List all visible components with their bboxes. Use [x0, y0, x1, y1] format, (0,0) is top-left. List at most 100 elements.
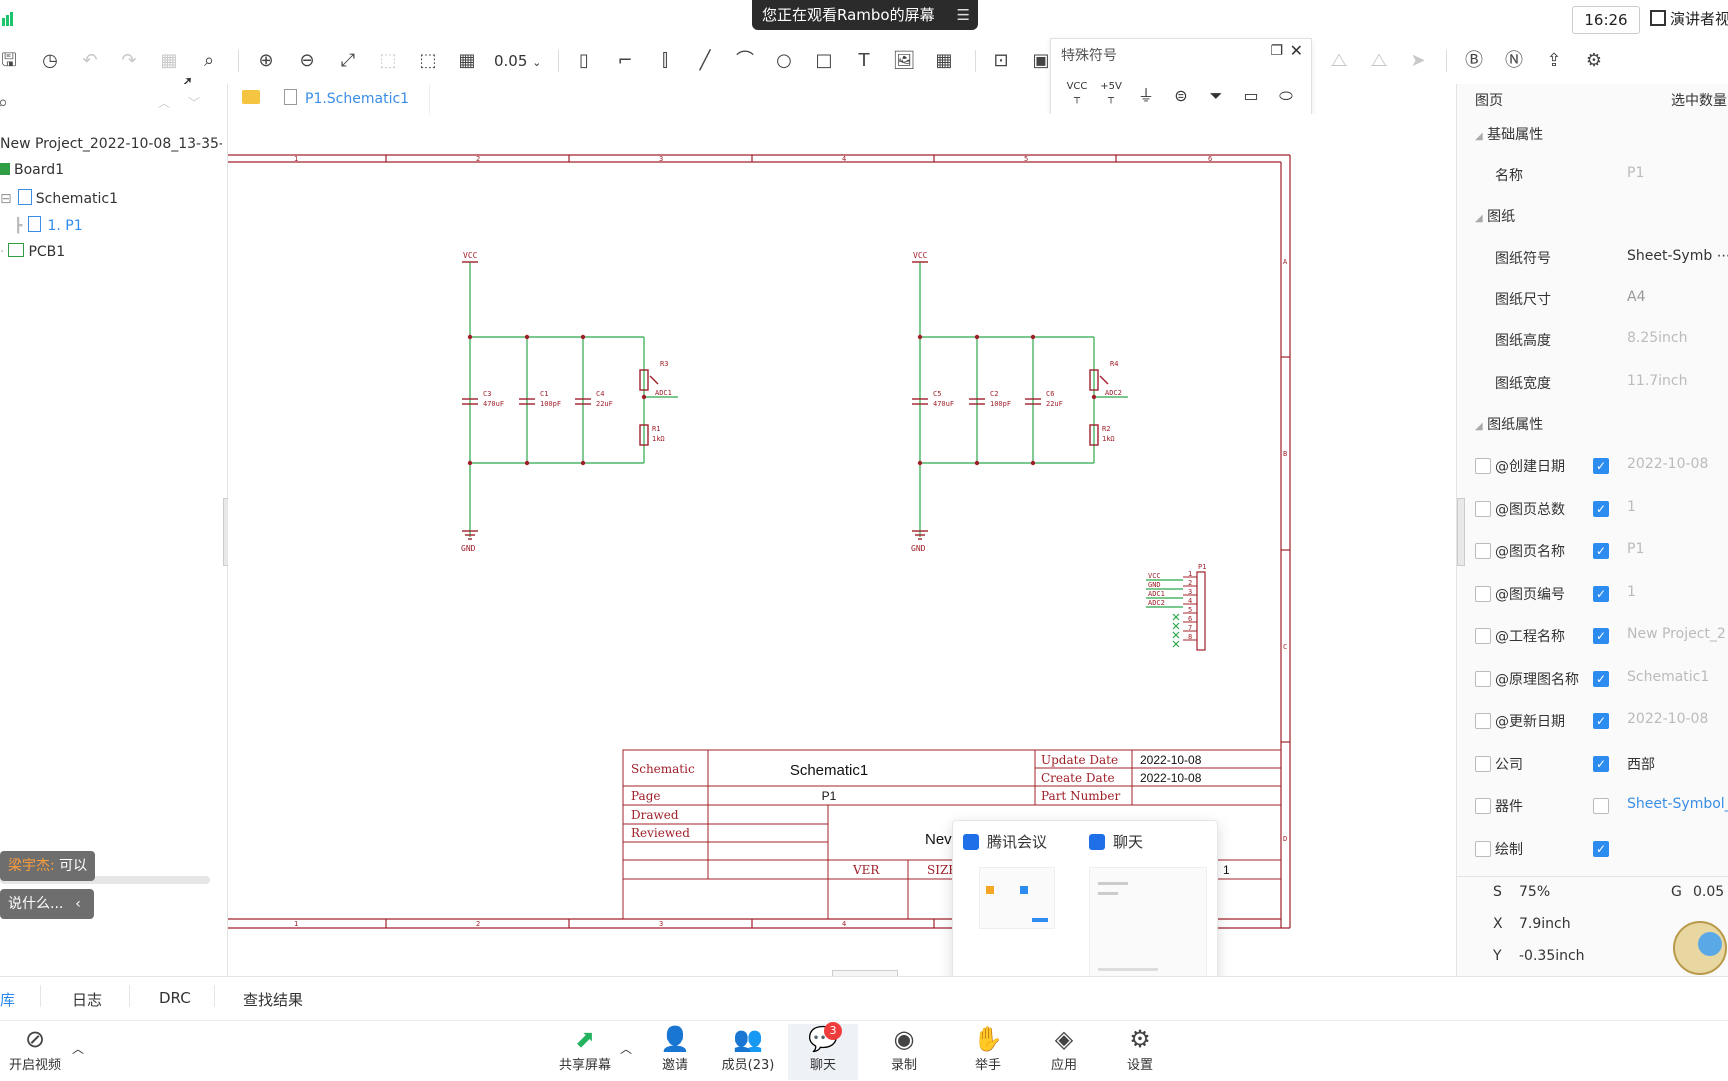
prop-show-value-checkbox[interactable]: ✓ — [1593, 755, 1609, 772]
library-icon[interactable]: ⊡ — [988, 48, 1014, 74]
grid-icon[interactable]: ▦ — [454, 48, 480, 74]
popup-app-chat[interactable]: 聊天 — [1089, 831, 1143, 852]
members-button[interactable]: 👥 成员(23) — [713, 1024, 783, 1080]
prop-visible-checkbox[interactable] — [1475, 458, 1491, 474]
tree-page[interactable]: ┣ 1. P1 — [14, 216, 83, 234]
history-icon[interactable]: ◷ — [37, 48, 63, 74]
netlist-icon[interactable]: Ⓝ — [1501, 48, 1527, 74]
prop-value-field[interactable]: New Project_2 — [1627, 626, 1726, 642]
prop-show-value-checkbox[interactable] — [1593, 798, 1609, 814]
line-icon[interactable]: ╱ — [692, 48, 718, 74]
more-icon[interactable]: ⋯ — [1717, 248, 1728, 264]
arc-icon[interactable]: ⌒ — [732, 48, 758, 74]
circle-icon[interactable]: ○ — [771, 48, 797, 74]
gear-icon[interactable]: ⚙ — [1581, 48, 1607, 74]
prop-visible-checkbox[interactable] — [1475, 670, 1491, 687]
sheet-width-field[interactable]: 11.7inch — [1627, 373, 1688, 389]
group-icon[interactable]: ▦ — [156, 48, 182, 74]
export-icon[interactable]: ⇪ — [1541, 48, 1567, 74]
prop-value-field[interactable]: 1 — [1627, 584, 1636, 600]
screen-share-banner[interactable]: 您正在观看Rambo的屏幕 ☰ — [752, 0, 978, 30]
tab-search-results[interactable]: 查找结果 — [243, 989, 303, 1010]
chevron-up-icon[interactable]: ︿ — [158, 94, 170, 111]
prop-show-value-checkbox[interactable]: ✓ — [1593, 840, 1609, 857]
prop-value-field[interactable]: 2022-10-08 — [1627, 456, 1708, 472]
popup-app-meeting[interactable]: 腾讯会议 — [963, 831, 1047, 852]
prop-value-field[interactable]: Sheet-Symbol_ — [1627, 796, 1728, 812]
start-video-button[interactable]: ⊘ 开启视频 — [0, 1024, 70, 1080]
table-icon[interactable]: ▦ — [931, 48, 957, 74]
prop-show-value-checkbox[interactable]: ✓ — [1593, 543, 1609, 559]
tab-page[interactable]: 图页 — [1475, 90, 1503, 110]
raise-hand-button[interactable]: ✋ 举手 — [953, 1024, 1023, 1080]
section-sheet-props[interactable]: ◢ 图纸属性 — [1475, 414, 1543, 434]
zoom-area-icon[interactable]: ⬚ — [375, 48, 401, 74]
prop-visible-checkbox[interactable] — [1475, 755, 1491, 772]
prop-show-value-checkbox[interactable]: ✓ — [1593, 713, 1609, 729]
expand-icon[interactable]: ⊟ — [0, 191, 12, 207]
tree-schematic[interactable]: ⊟ Schematic1 — [0, 189, 118, 207]
chat-button[interactable]: 💬 聊天 — [788, 1024, 858, 1080]
prop-show-value-checkbox[interactable]: ✓ — [1593, 500, 1609, 517]
prop-show-value-checkbox[interactable]: ✓ — [1593, 628, 1609, 644]
tree-pcb[interactable]: · PCB1 — [0, 243, 65, 260]
tab-log[interactable]: 日志 — [72, 989, 102, 1010]
restore-icon[interactable]: ❐ — [1270, 43, 1283, 59]
invite-button[interactable]: 👤 邀请 — [640, 1024, 710, 1080]
sheet-symbol-field[interactable]: Sheet-Symb ⋯ — [1627, 248, 1728, 264]
fit-view-icon[interactable]: ⤢ — [335, 48, 361, 74]
rectangle-icon[interactable]: □ — [811, 48, 837, 74]
tab-library[interactable]: 库 — [0, 989, 15, 1010]
prop-show-value-checkbox[interactable]: ✓ — [1593, 585, 1609, 602]
folder-icon[interactable] — [242, 90, 260, 104]
prop-value-field[interactable]: 2022-10-08 — [1627, 711, 1708, 727]
flip-icon[interactable]: ⧍ — [1366, 48, 1392, 74]
tree-project[interactable]: New Project_2022-10-08_13-35-39 — [0, 136, 222, 152]
prop-value-field[interactable]: Schematic1 — [1627, 669, 1709, 685]
undo-icon[interactable]: ↶ — [77, 48, 103, 74]
search-icon[interactable]: ⌕ — [0, 92, 8, 113]
save-icon[interactable]: 🖫 — [0, 48, 22, 74]
grid-size-select[interactable]: 0.05 ⌄ — [494, 52, 541, 70]
chevron-down-icon[interactable]: ﹀ — [188, 94, 200, 111]
menu-icon[interactable]: ☰ — [957, 0, 970, 30]
sheet-height-field[interactable]: 8.25inch — [1627, 330, 1688, 346]
chevron-left-icon[interactable]: ‹ — [62, 889, 94, 919]
tab-p1-schematic1[interactable]: P1.Schematic1 — [284, 84, 431, 114]
section-sheet[interactable]: ◢ 图纸 — [1475, 206, 1515, 226]
component-icon[interactable]: ▯ — [571, 48, 597, 74]
name-field[interactable]: P1 — [1627, 165, 1644, 181]
section-basic[interactable]: ◢ 基础属性 — [1475, 124, 1543, 144]
image-icon[interactable]: 🖼 — [891, 48, 917, 74]
prop-visible-checkbox[interactable] — [1475, 500, 1491, 517]
prop-visible-checkbox[interactable] — [1475, 713, 1491, 729]
redo-icon[interactable]: ↷ — [116, 48, 142, 74]
bom-icon[interactable]: Ⓑ — [1461, 48, 1487, 74]
prop-show-value-checkbox[interactable]: ✓ — [1593, 670, 1609, 687]
send-icon[interactable]: ➤ — [1405, 48, 1431, 74]
meeting-window-thumbnail[interactable] — [979, 867, 1055, 929]
apps-button[interactable]: ◈ 应用 — [1029, 1024, 1099, 1080]
text-icon[interactable]: T — [851, 48, 877, 74]
zoom-in-icon[interactable]: ⊕ — [253, 48, 279, 74]
prop-visible-checkbox[interactable] — [1475, 543, 1491, 559]
zoom-out-icon[interactable]: ⊖ — [294, 48, 320, 74]
prop-visible-checkbox[interactable] — [1475, 585, 1491, 602]
prop-visible-checkbox[interactable] — [1475, 628, 1491, 644]
close-icon[interactable]: ✕ — [1290, 41, 1303, 60]
schematic-canvas[interactable]: 1 2 3 4 5 6 1 2 3 4 A B C D VCC GND C3 4… — [228, 114, 1456, 976]
prop-show-value-checkbox[interactable]: ✓ — [1593, 458, 1609, 474]
presenter-view-button[interactable]: 演讲者视 — [1650, 6, 1728, 32]
find-icon[interactable]: ⌕ — [196, 48, 222, 74]
right-panel-collapse-handle[interactable] — [1457, 498, 1465, 566]
prop-value-field[interactable]: P1 — [1627, 541, 1644, 557]
wire-icon[interactable]: ⌐ — [612, 48, 638, 74]
prop-value-field[interactable]: 西部 — [1627, 754, 1655, 774]
prop-value-field[interactable]: 1 — [1627, 499, 1636, 515]
record-button[interactable]: ◉ 录制 — [869, 1024, 939, 1080]
tree-board[interactable]: Board1 — [0, 162, 64, 178]
select-area-icon[interactable]: ⬚ — [415, 48, 441, 74]
sheet-size-select[interactable]: A4 — [1627, 289, 1645, 305]
prop-visible-checkbox[interactable] — [1475, 840, 1491, 857]
share-screen-button[interactable]: ⬈ 共享屏幕 — [550, 1024, 620, 1080]
